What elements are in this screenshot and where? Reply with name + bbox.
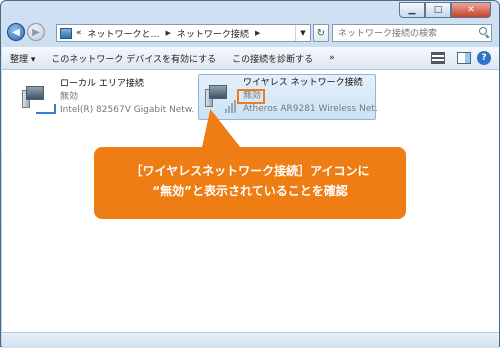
preview-pane-icon[interactable] <box>457 52 471 64</box>
title-bar: ▁ □ ✕ ◀ ▶ « ネットワークと… ▶ ネットワーク接続 ▶ ▼ ↻ <box>1 1 499 42</box>
connection-status: 無効 <box>60 92 79 102</box>
list-item-wireless-connection[interactable]: ワイヤレス ネットワーク接続 無効 Atheros AR9281 Wireles… <box>198 74 377 120</box>
address-bar[interactable]: « ネットワークと… ▶ ネットワーク接続 ▶ ▼ <box>56 24 311 42</box>
breadcrumb-overflow[interactable]: « <box>76 28 82 38</box>
connection-device: Atheros AR9281 Wireless Net... <box>243 104 377 114</box>
instruction-callout: ［ワイヤレスネットワーク接続］アイコンに “無効”と表示されていることを確認 <box>94 147 406 219</box>
connection-device: Intel(R) 82567V Gigabit Netw... <box>60 105 194 115</box>
network-folder-icon <box>60 27 72 39</box>
maximize-button[interactable]: □ <box>425 2 451 18</box>
network-adapter-icon <box>22 84 56 114</box>
diagnose-button[interactable]: この接続を診断する <box>224 52 321 65</box>
list-item-local-area-connection[interactable]: ローカル エリア接続 無効 Intel(R) 82567V Gigabit Ne… <box>16 76 194 120</box>
status-highlight-box <box>237 89 265 104</box>
close-button[interactable]: ✕ <box>451 2 491 18</box>
window-controls: ▁ □ ✕ <box>399 2 491 18</box>
wireless-adapter-icon <box>205 83 237 113</box>
chevron-right-icon[interactable]: ▶ <box>255 29 260 37</box>
connection-name: ローカル エリア接続 <box>60 79 144 89</box>
address-dropdown-icon[interactable]: ▼ <box>295 25 310 41</box>
breadcrumb-network-and-internet[interactable]: ネットワークと… <box>88 27 160 40</box>
search-input[interactable] <box>336 25 478 42</box>
help-icon[interactable]: ? <box>477 51 491 65</box>
forward-button[interactable]: ▶ <box>27 23 45 41</box>
chevron-right-icon[interactable]: ▶ <box>166 29 171 37</box>
minimize-button[interactable]: ▁ <box>399 2 425 18</box>
back-button[interactable]: ◀ <box>7 23 25 41</box>
enable-device-button[interactable]: このネットワーク デバイスを有効にする <box>43 52 224 65</box>
more-commands-button[interactable]: » <box>321 53 343 63</box>
change-view-icon[interactable] <box>431 52 445 64</box>
search-box[interactable] <box>332 24 492 42</box>
view-controls: ? <box>425 51 499 65</box>
command-bar: 整理 ▾ このネットワーク デバイスを有効にする この接続を診断する » ? <box>2 47 499 70</box>
organize-menu[interactable]: 整理 ▾ <box>2 52 43 65</box>
breadcrumb-network-connections[interactable]: ネットワーク接続 <box>177 27 249 40</box>
search-icon[interactable] <box>479 27 488 36</box>
status-bar <box>2 332 499 348</box>
callout-line-2: “無効”と表示されていることを確認 <box>152 184 348 198</box>
callout-line-1: ［ワイヤレスネットワーク接続］アイコンに <box>130 164 370 178</box>
refresh-button[interactable]: ↻ <box>313 24 329 42</box>
explorer-window: ▁ □ ✕ ◀ ▶ « ネットワークと… ▶ ネットワーク接続 ▶ ▼ ↻ 整理… <box>0 0 500 348</box>
